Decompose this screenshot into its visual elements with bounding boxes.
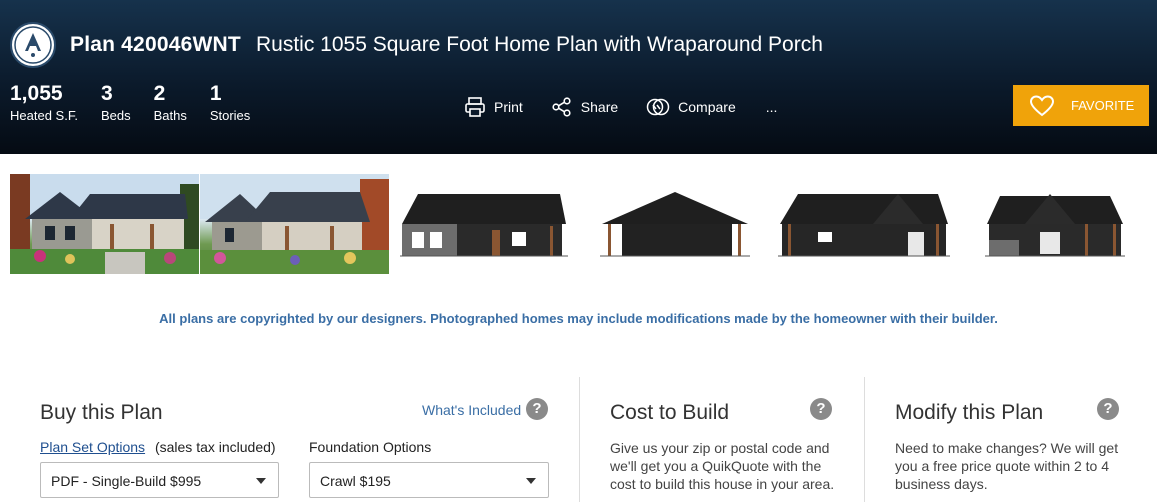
stat-label: Heated S.F. — [10, 108, 78, 123]
cost-help-icon[interactable]: ? — [810, 398, 832, 420]
plan-set-select[interactable]: PDF - Single-Build $995 — [40, 462, 279, 498]
stat-value: 1 — [209, 82, 222, 105]
stat-value: 2 — [153, 82, 166, 105]
plan-stats: 1,055 Heated S.F. 3 Beds 2 Baths 1 Stori… — [10, 82, 273, 124]
plan-set-note: (sales tax included) — [154, 439, 276, 455]
plan-title: Rustic 1055 Square Foot Home Plan with W… — [256, 33, 823, 56]
rear-elevation-image — [778, 194, 950, 257]
panel-divider — [579, 377, 580, 502]
foundation-selected-value: Crawl $195 — [320, 473, 391, 489]
foundation-select[interactable]: Crawl $195 — [309, 462, 549, 498]
plan-header: Plan 420046WNT Rustic 1055 Square Foot H… — [0, 0, 1157, 154]
whats-included-help-icon[interactable]: ? — [526, 398, 548, 420]
printer-icon — [465, 97, 485, 117]
gallery-thumb-elevation-right[interactable] — [985, 174, 1125, 274]
plan-number: Plan 420046WNT — [70, 33, 241, 56]
front-elevation-image — [400, 194, 568, 257]
foundation-options-label: Foundation Options — [309, 439, 432, 455]
favorite-label: FAVORITE — [1071, 98, 1135, 113]
stat-value: 3 — [100, 82, 113, 105]
right-elevation-image — [985, 194, 1125, 257]
plan-image-gallery — [10, 174, 1150, 274]
house-rendering-image — [10, 174, 199, 274]
copyright-notice: All plans are copyrighted by our designe… — [159, 311, 998, 326]
compare-icon — [646, 98, 670, 116]
stat-heated-sf: 1,055 Heated S.F. — [10, 82, 78, 124]
share-button[interactable]: Share — [551, 96, 618, 118]
panel-divider — [864, 377, 865, 502]
gallery-thumb-elevation-rear[interactable] — [778, 174, 950, 274]
print-button[interactable]: Print — [464, 96, 523, 118]
print-label: Print — [494, 99, 523, 115]
stat-baths: 2 Baths — [154, 82, 187, 124]
modify-help-icon[interactable]: ? — [1097, 398, 1119, 420]
stat-value: 1,055 — [10, 82, 63, 105]
gallery-thumb-rendering-side[interactable] — [200, 174, 389, 274]
stat-label: Beds — [100, 108, 131, 123]
plan-set-selected-value: PDF - Single-Build $995 — [51, 473, 202, 489]
more-actions-button[interactable]: ... — [766, 99, 778, 115]
gallery-thumb-elevation-front[interactable] — [400, 174, 568, 274]
compare-label: Compare — [678, 99, 736, 115]
left-elevation-image — [600, 192, 750, 257]
whats-included-link[interactable]: What's Included — [422, 402, 521, 418]
exclusive-logo-icon — [10, 22, 56, 68]
favorite-button[interactable]: FAVORITE — [1013, 85, 1149, 126]
cost-to-build-title: Cost to Build — [610, 401, 730, 424]
modify-plan-text: Need to make changes? We will get you a … — [895, 440, 1119, 492]
plan-actions: Print Share Compare ... — [464, 96, 777, 118]
gallery-thumb-rendering-front[interactable] — [10, 174, 199, 274]
chevron-down-icon — [256, 478, 266, 484]
gallery-thumb-elevation-left[interactable] — [600, 174, 750, 274]
stat-label: Baths — [153, 108, 187, 123]
compare-button[interactable]: Compare — [646, 97, 736, 117]
share-label: Share — [580, 99, 619, 115]
chevron-down-icon — [526, 478, 536, 484]
stat-label: Stories — [209, 108, 251, 123]
house-rendering-image — [200, 174, 389, 274]
modify-plan-title: Modify this Plan — [895, 401, 1044, 424]
cost-to-build-text: Give us your zip or postal code and we'l… — [610, 440, 835, 492]
plan-set-options-label: Plan Set Options (sales tax included) — [40, 439, 276, 455]
plan-set-options-link[interactable]: Plan Set Options — [40, 439, 145, 455]
buy-plan-title: Buy this Plan — [40, 401, 163, 424]
stat-beds: 3 Beds — [101, 82, 131, 124]
heart-icon — [1029, 94, 1055, 116]
share-icon — [552, 97, 571, 117]
stat-stories: 1 Stories — [210, 82, 250, 124]
